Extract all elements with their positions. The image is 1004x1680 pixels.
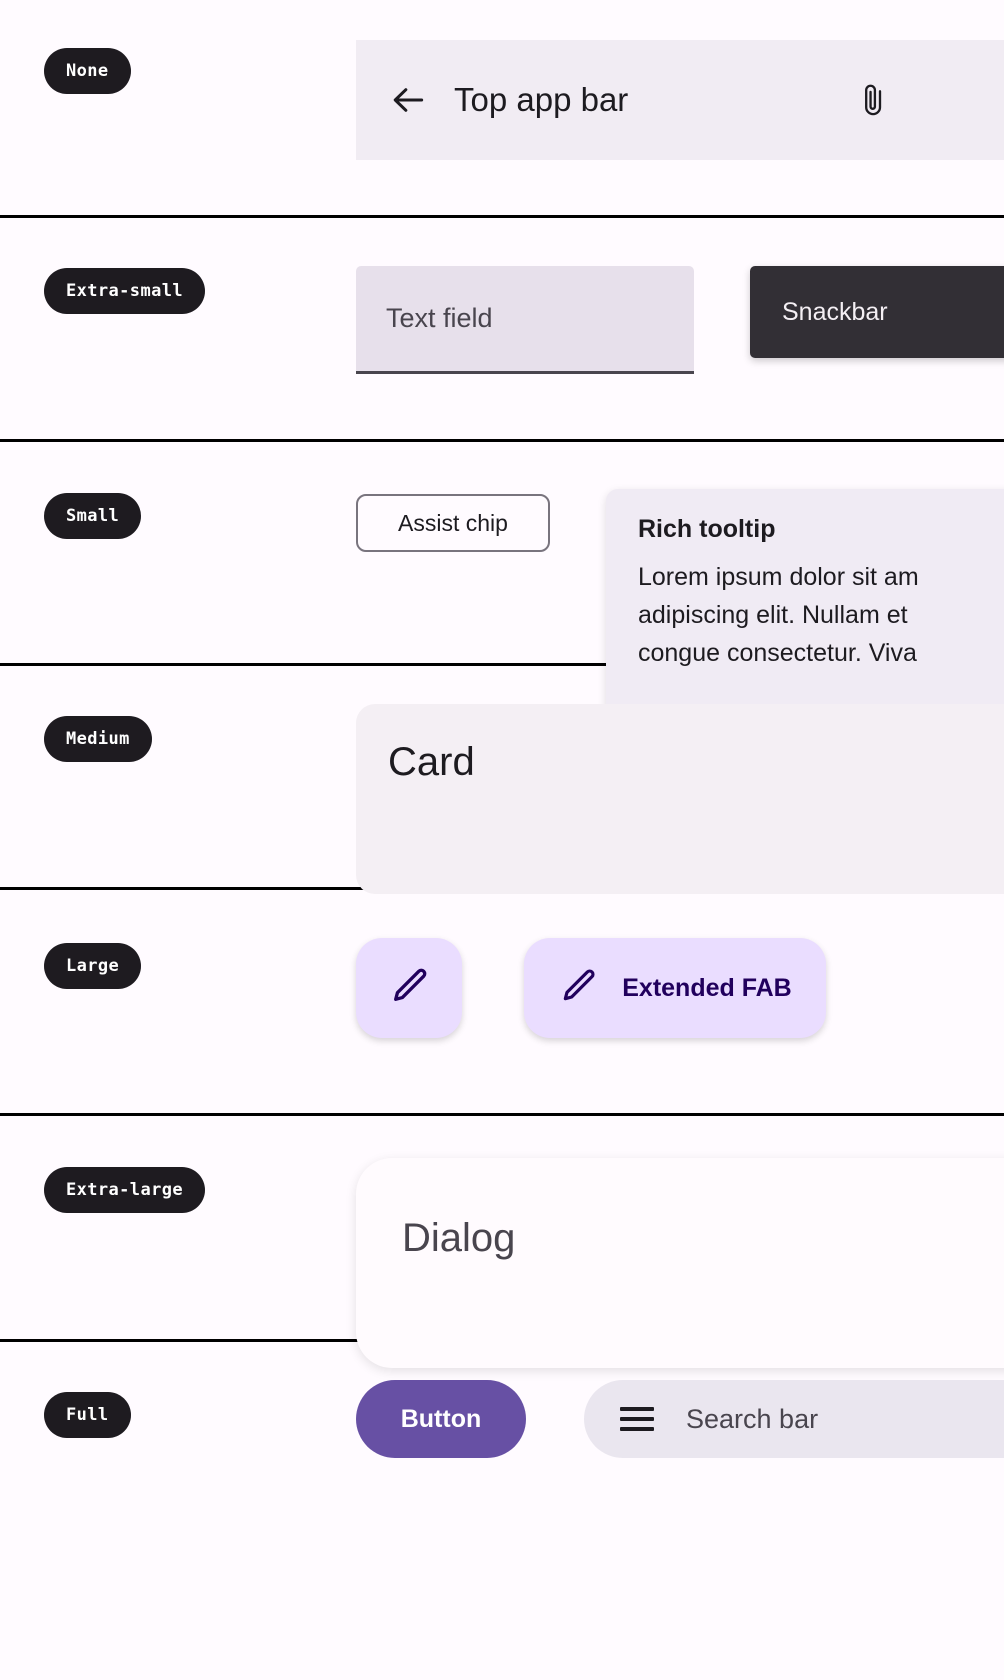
shape-row-large: Large Extended FAB [0, 890, 1004, 1116]
dialog-title: Dialog [402, 1216, 516, 1260]
snackbar: Snackbar [750, 266, 1004, 358]
floating-action-button[interactable] [356, 938, 462, 1038]
assist-chip[interactable]: Assist chip [356, 494, 550, 552]
shape-row-extra-small: Extra-small Text field Snackbar [0, 218, 1004, 442]
text-field[interactable]: Text field [356, 266, 694, 374]
card[interactable]: Card [356, 704, 1004, 894]
filled-button[interactable]: Button [356, 1380, 526, 1458]
token-chip-small: Small [44, 493, 142, 539]
token-chip-medium: Medium [44, 716, 152, 762]
token-chip-extra-large: Extra-large [44, 1167, 205, 1213]
assist-chip-label: Assist chip [398, 509, 508, 536]
token-chip-large: Large [44, 943, 142, 989]
shape-row-small: Small Assist chip Rich tooltip Lorem ips… [0, 442, 1004, 719]
token-chip-extra-small: Extra-small [44, 268, 205, 314]
token-chip-full: Full [44, 1392, 131, 1438]
pencil-icon [558, 966, 598, 1011]
hamburger-menu-icon[interactable] [620, 1407, 654, 1431]
rich-tooltip-body: Lorem ipsum dolor sit am adipiscing elit… [638, 558, 1004, 672]
token-chip-none: None [44, 48, 131, 94]
pencil-icon [388, 965, 430, 1012]
text-field-label: Text field [386, 303, 493, 333]
shape-row-medium: Medium Card [0, 666, 1004, 894]
extended-floating-action-button[interactable]: Extended FAB [524, 938, 826, 1038]
top-app-bar[interactable]: Top app bar [356, 40, 1004, 160]
filled-button-label: Button [400, 1404, 482, 1433]
card-title: Card [388, 740, 475, 784]
rich-tooltip-line: Lorem ipsum dolor sit am [638, 563, 919, 591]
shape-row-extra-large: Extra-large Dialog [0, 1116, 1004, 1368]
search-bar-placeholder: Search bar [686, 1403, 819, 1434]
rich-tooltip-line: adipiscing elit. Nullam et [638, 601, 908, 629]
search-bar[interactable]: Search bar [584, 1380, 1004, 1458]
extended-fab-label: Extended FAB [622, 973, 792, 1002]
dialog: Dialog [356, 1158, 1004, 1368]
shape-scale-reference: None Top app bar Extra-small Text field … [0, 0, 1004, 1680]
attachment-icon[interactable] [854, 80, 894, 120]
arrow-back-icon[interactable] [388, 79, 430, 121]
shape-row-full: Full Button Search bar [0, 1342, 1004, 1680]
rich-tooltip-title: Rich tooltip [638, 515, 776, 543]
snackbar-text: Snackbar [782, 297, 888, 326]
top-app-bar-title: Top app bar [454, 81, 629, 118]
shape-row-none: None Top app bar [0, 0, 1004, 218]
